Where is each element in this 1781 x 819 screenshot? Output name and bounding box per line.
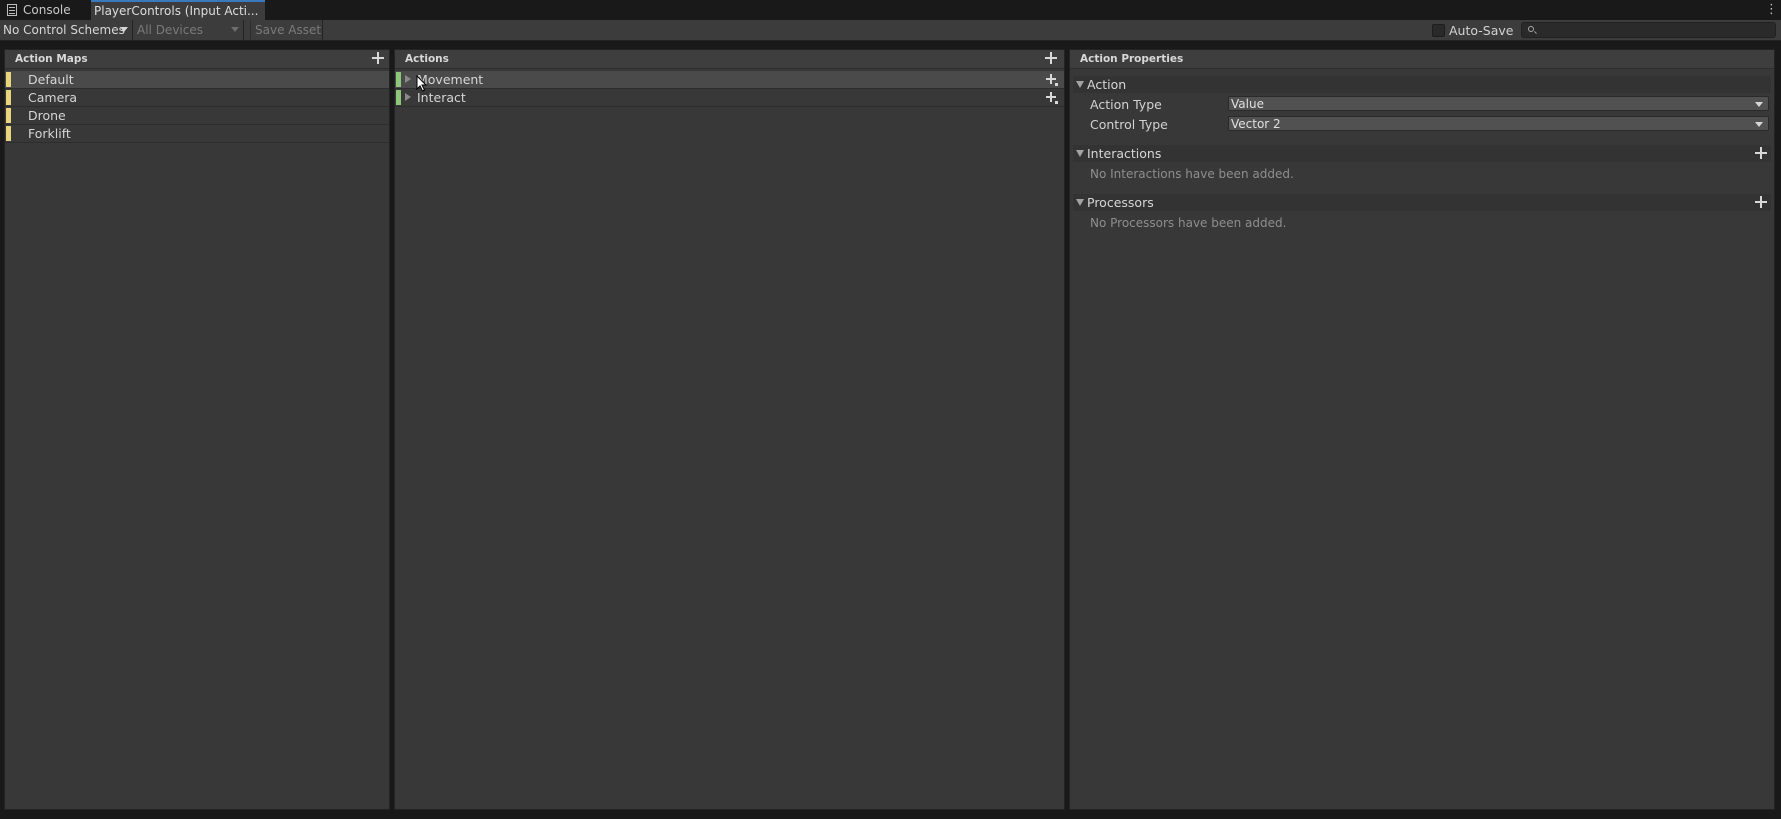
action-map-item[interactable]: Forklift: [5, 125, 389, 143]
chevron-down-icon: [231, 27, 239, 32]
action-maps-title: Action Maps: [15, 53, 88, 65]
action-type-dropdown[interactable]: Value: [1228, 96, 1769, 111]
foldout-arrow-icon: [1076, 199, 1084, 206]
chevron-down-icon: [120, 27, 128, 32]
add-action-icon[interactable]: [1045, 52, 1057, 64]
action-label: Interact: [417, 90, 466, 105]
action-map-marker: [6, 90, 11, 105]
tab-strip: Console PlayerControls (Input Acti... ⋮: [0, 0, 1781, 20]
processors-empty-text: No Processors have been added.: [1090, 216, 1287, 230]
control-type-dropdown[interactable]: Vector 2: [1228, 116, 1769, 131]
action-map-marker: [6, 72, 11, 87]
actions-header: Actions: [395, 50, 1064, 69]
action-section-header[interactable]: Action: [1073, 76, 1771, 93]
processors-section-label: Processors: [1087, 195, 1154, 210]
action-marker: [396, 90, 401, 105]
interactions-empty-text: No Interactions have been added.: [1090, 167, 1294, 181]
action-item[interactable]: Interact: [395, 89, 1064, 107]
action-properties-title: Action Properties: [1080, 53, 1184, 65]
more-options-icon[interactable]: ⋮: [1765, 2, 1778, 18]
tab-console[interactable]: Console: [0, 0, 80, 20]
action-properties-header: Action Properties: [1070, 50, 1774, 69]
action-marker: [396, 72, 401, 87]
console-icon: [7, 4, 17, 16]
foldout-arrow-icon: [1076, 81, 1084, 88]
tab-player-controls-label: PlayerControls (Input Acti...: [94, 4, 259, 18]
auto-save-checkbox[interactable]: [1432, 23, 1445, 37]
tab-console-label: Console: [23, 3, 71, 17]
add-processor-icon[interactable]: [1755, 196, 1767, 208]
action-type-value: Value: [1231, 96, 1264, 111]
chevron-down-icon: [1755, 122, 1763, 127]
action-map-item[interactable]: Drone: [5, 107, 389, 125]
auto-save-toggle[interactable]: Auto-Save: [1432, 20, 1513, 40]
action-map-marker: [6, 126, 11, 141]
action-type-label: Action Type: [1090, 97, 1162, 112]
action-map-item[interactable]: Default: [5, 71, 389, 89]
processors-section-header[interactable]: Processors: [1073, 194, 1771, 211]
control-type-label: Control Type: [1090, 117, 1168, 132]
input-actions-window: Console PlayerControls (Input Acti... ⋮ …: [0, 0, 1781, 819]
control-type-value: Vector 2: [1231, 116, 1281, 131]
save-asset-button[interactable]: Save Asset: [250, 20, 323, 40]
expand-arrow-icon[interactable]: [405, 75, 411, 83]
toolbar: No Control Schemes All Devices Save Asse…: [0, 20, 1781, 41]
interactions-section-header[interactable]: Interactions: [1073, 145, 1771, 162]
control-schemes-dropdown[interactable]: No Control Schemes: [0, 20, 133, 40]
add-binding-icon[interactable]: [1046, 92, 1058, 104]
chevron-down-icon: [1755, 102, 1763, 107]
add-action-map-icon[interactable]: [372, 52, 384, 64]
add-binding-icon[interactable]: [1046, 74, 1058, 86]
action-maps-panel: Action Maps Default Camera Drone Forklif…: [4, 49, 390, 810]
actions-panel: Actions Movement Interact: [394, 49, 1065, 810]
save-asset-label: Save Asset: [255, 23, 322, 37]
tab-player-controls[interactable]: PlayerControls (Input Acti...: [91, 0, 265, 20]
action-map-label: Drone: [28, 108, 66, 123]
add-interaction-icon[interactable]: [1755, 147, 1767, 159]
action-item[interactable]: Movement: [395, 71, 1064, 89]
devices-dropdown[interactable]: All Devices: [133, 20, 244, 40]
search-input[interactable]: [1521, 22, 1776, 38]
interactions-section-label: Interactions: [1087, 146, 1162, 161]
action-map-label: Forklift: [28, 126, 71, 141]
devices-label: All Devices: [137, 23, 203, 37]
action-maps-header: Action Maps: [5, 50, 389, 69]
control-schemes-label: No Control Schemes: [3, 23, 125, 37]
search-icon: [1528, 26, 1534, 32]
foldout-arrow-icon: [1076, 150, 1084, 157]
action-properties-panel: Action Properties Action Action Type Val…: [1069, 49, 1775, 810]
action-map-label: Default: [28, 72, 74, 87]
expand-arrow-icon[interactable]: [405, 93, 411, 101]
auto-save-label: Auto-Save: [1449, 22, 1514, 38]
action-map-label: Camera: [28, 90, 78, 105]
action-map-item[interactable]: Camera: [5, 89, 389, 107]
action-section-label: Action: [1087, 77, 1127, 92]
actions-title: Actions: [405, 53, 449, 65]
action-map-marker: [6, 108, 11, 123]
